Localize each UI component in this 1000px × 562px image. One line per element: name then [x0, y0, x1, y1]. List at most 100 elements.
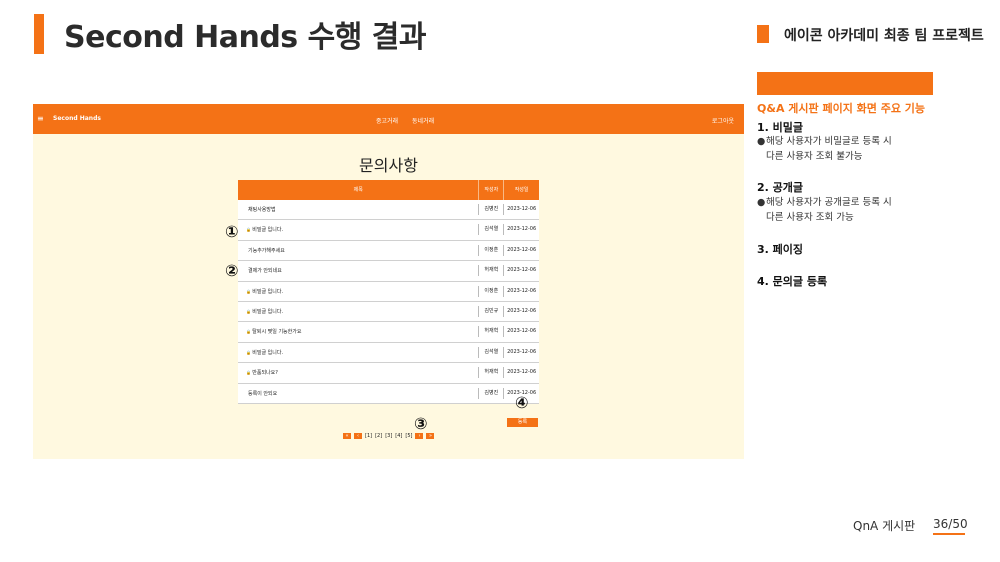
table-header: 제목 작성자 작성일 — [238, 180, 539, 200]
row-title-text: 비밀글 입니다. — [252, 308, 284, 315]
row-date: 2023-12-06 — [503, 326, 539, 338]
row-title-text: 비밀글 입니다. — [252, 288, 284, 295]
row-author: 김병진 — [478, 204, 503, 215]
feature-desc-1: ●해당 사용자가 비밀글로 등록 시 다른 사용자 조회 불가능 — [757, 134, 892, 164]
table-row[interactable]: 결제가 안되네요 허재혁 2023-12-06 — [238, 261, 539, 282]
nav-link-used-trade[interactable]: 중고거래 — [376, 118, 398, 125]
qna-screenshot: ≡ Second Hands 중고거래 동네거래 로그아웃 문의사항 제목 작성… — [33, 104, 744, 459]
row-title[interactable]: 결제가 안되네요 — [238, 261, 478, 280]
side-accent-box — [757, 72, 933, 95]
marker-1: ① — [225, 222, 239, 241]
row-title[interactable]: 🔒 비밀글 입니다. — [238, 302, 478, 321]
row-date: 2023-12-06 — [503, 265, 539, 277]
feature-heading-4: 4. 문의글 등록 — [757, 275, 828, 288]
next-page-button[interactable]: › — [415, 433, 424, 439]
row-date: 2023-12-06 — [503, 224, 539, 236]
row-title[interactable]: 🔒 반품되나요? — [238, 363, 478, 382]
page-link-3[interactable]: [3] — [385, 433, 392, 439]
page-link-1[interactable]: [1] — [365, 433, 372, 439]
row-title[interactable]: 🔒 비밀글 입니다. — [238, 220, 478, 239]
row-title[interactable]: 기능추가해주세요 — [238, 241, 478, 260]
table-row[interactable]: 🔒 반품되나요? 허재혁 2023-12-06 — [238, 363, 539, 384]
row-title-text: 채팅사용방법 — [248, 207, 276, 213]
side-subtitle: Q&A 게시판 페이지 화면 주요 기능 — [757, 102, 926, 115]
header-author: 작성자 — [478, 180, 503, 200]
hamburger-menu-icon[interactable]: ≡ — [37, 114, 44, 123]
row-author: 허재혁 — [478, 326, 503, 338]
feature-desc-1-line1: 해당 사용자가 비밀글로 등록 시 — [766, 136, 892, 147]
table-row[interactable]: 🔒 탈퇴시 몇일 기능한가요 허재혁 2023-12-06 — [238, 322, 539, 343]
page-link-4[interactable]: [4] — [395, 433, 402, 439]
row-author: 김석열 — [478, 346, 503, 358]
row-author: 김민규 — [478, 305, 503, 317]
site-navbar: ≡ Second Hands 중고거래 동네거래 로그아웃 — [33, 104, 744, 134]
row-author: 김병진 — [478, 387, 503, 399]
marker-2: ② — [225, 261, 239, 280]
marker-3: ③ — [414, 414, 428, 433]
table-row[interactable]: 등록이 안되요 김병진 2023-12-06 — [238, 383, 539, 404]
row-title-text: 반품되나요? — [252, 370, 278, 377]
register-button[interactable]: 등록 — [507, 418, 538, 427]
footer-section-label: QnA 게시판 — [853, 519, 916, 533]
row-author: 허재혁 — [478, 265, 503, 277]
table-row[interactable]: 🔒 비밀글 입니다. 이정훈 2023-12-06 — [238, 281, 539, 302]
table-body: 채팅사용방법 김병진 2023-12-06 🔒 비밀글 입니다. 김석열 2023-12-… — [238, 200, 539, 404]
feature-desc-2: ●해당 사용자가 공개글로 등록 시 다른 사용자 조회 가능 — [757, 195, 892, 225]
row-title-text: 비밀글 입니다. — [252, 227, 284, 234]
table-row[interactable]: 🔒 비밀글 입니다. 김석열 2023-12-06 — [238, 220, 539, 241]
row-date: 2023-12-06 — [503, 204, 539, 215]
header-title: 제목 — [353, 187, 363, 193]
logout-link[interactable]: 로그아웃 — [712, 116, 734, 125]
page-number-underline — [933, 533, 965, 535]
pagination: « ‹ [1] [2] [3] [4] [5] › » — [343, 433, 435, 439]
page-link-5[interactable]: [5] — [405, 433, 412, 439]
feature-desc-2-line2: 다른 사용자 조회 가능 — [766, 212, 854, 223]
bullet-icon: ● — [757, 136, 766, 147]
qna-table: 제목 작성자 작성일 채팅사용방법 김병진 2023-12-06 🔒 비밀글 입니다.… — [238, 180, 539, 404]
row-title[interactable]: 등록이 안되요 — [238, 384, 478, 403]
title-accent-bar — [34, 14, 44, 54]
row-title[interactable]: 🔒 비밀글 입니다. — [238, 282, 478, 301]
table-row[interactable]: 채팅사용방법 김병진 2023-12-06 — [238, 200, 539, 221]
first-page-button[interactable]: « — [343, 433, 351, 439]
row-author: 이정훈 — [478, 244, 503, 256]
row-title-text: 결제가 안되네요 — [248, 268, 282, 275]
nav-links: 중고거래 동네거래 — [376, 116, 446, 125]
table-row[interactable]: 기능추가해주세요 이정훈 2023-12-06 — [238, 240, 539, 262]
feature-heading-3: 3. 페이징 — [757, 243, 804, 256]
project-name: 에이콘 아카데미 최종 팀 프로젝트 — [784, 28, 984, 44]
bullet-icon: ● — [757, 197, 766, 208]
project-accent-bar — [757, 25, 769, 43]
row-title-text: 비밀글 입니다. — [252, 349, 284, 356]
prev-page-button[interactable]: ‹ — [354, 433, 362, 439]
row-date: 2023-12-06 — [503, 244, 539, 256]
row-date: 2023-12-06 — [503, 305, 539, 317]
table-row[interactable]: 🔒 비밀글 입니다. 김석열 2023-12-06 — [238, 342, 539, 364]
row-title-text: 등록이 안되요 — [248, 390, 278, 397]
row-date: 2023-12-06 — [503, 285, 539, 297]
row-title[interactable]: 🔒 탈퇴시 몇일 기능한가요 — [238, 322, 478, 341]
feature-desc-1-line2: 다른 사용자 조회 불가능 — [766, 151, 863, 162]
row-title-text: 탈퇴시 몇일 기능한가요 — [252, 329, 302, 336]
header-date: 작성일 — [503, 180, 539, 200]
table-row[interactable]: 🔒 비밀글 입니다. 김민규 2023-12-06 — [238, 301, 539, 323]
row-title[interactable]: 🔒 비밀글 입니다. — [238, 343, 478, 362]
row-date: 2023-12-06 — [503, 367, 539, 379]
row-author: 허재혁 — [478, 367, 503, 379]
row-date: 2023-12-06 — [503, 346, 539, 358]
feature-desc-2-line1: 해당 사용자가 공개글로 등록 시 — [766, 197, 892, 208]
slide-title: Second Hands 수행 결과 — [64, 20, 426, 55]
nav-link-local-trade[interactable]: 동네거래 — [412, 118, 434, 125]
site-brand[interactable]: Second Hands — [53, 115, 101, 122]
page-link-2[interactable]: [2] — [375, 433, 382, 439]
last-page-button[interactable]: » — [426, 433, 435, 439]
row-title[interactable]: 채팅사용방법 — [238, 200, 478, 219]
page-title: 문의사항 — [359, 156, 418, 175]
row-author: 이정훈 — [478, 285, 503, 297]
marker-4: ④ — [515, 393, 529, 412]
row-author: 김석열 — [478, 224, 503, 236]
row-title-text: 기능추가해주세요 — [248, 247, 285, 254]
feature-heading-2: 2. 공개글 — [757, 181, 804, 194]
page-number: 36/50 — [933, 517, 968, 531]
feature-heading-1: 1. 비밀글 — [757, 121, 804, 134]
